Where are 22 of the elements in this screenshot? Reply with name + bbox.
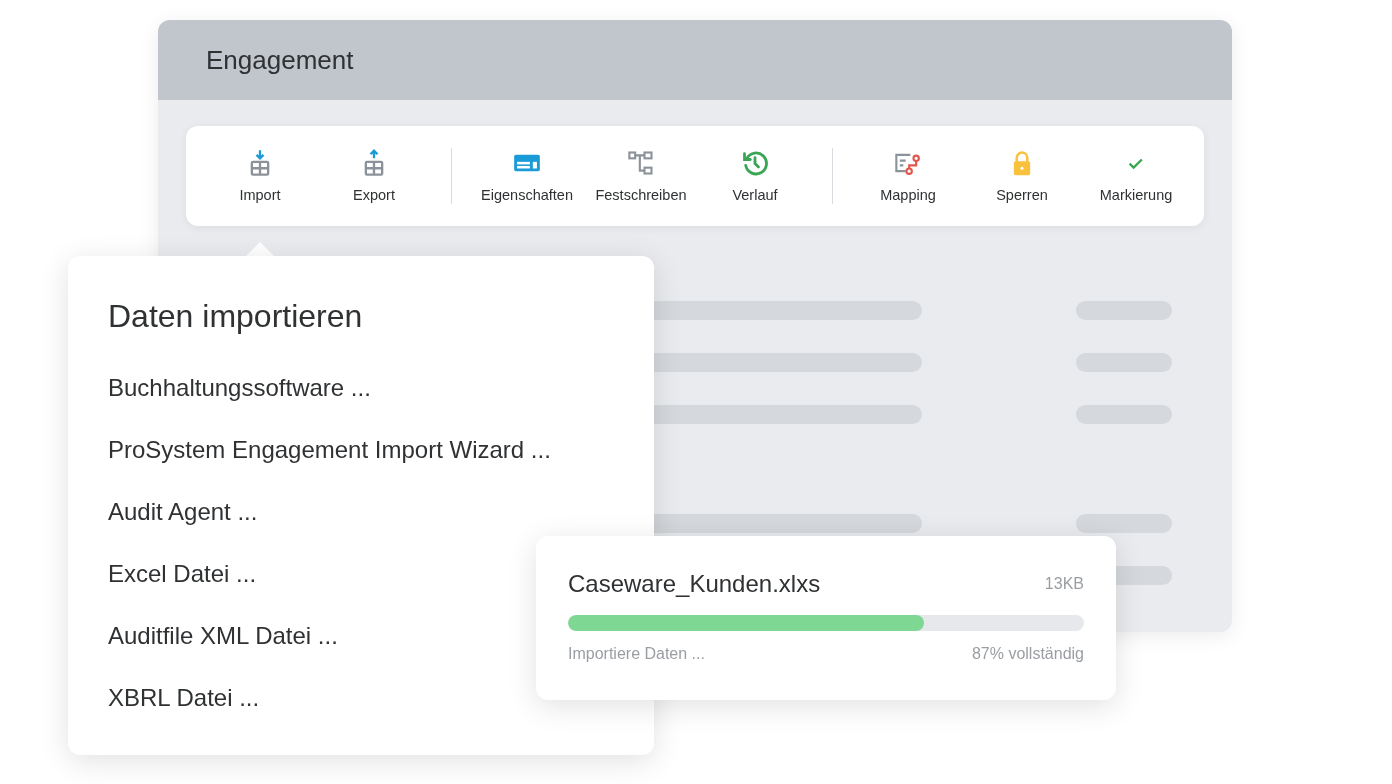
toolbar-button[interactable]: Export [317,149,431,203]
toolbar-button[interactable]: Markierung [1079,149,1193,203]
progress-text: 87% vollständig [971,645,1084,663]
popover-title: Daten importieren [108,298,364,335]
toolbar-button[interactable]: Festschreiben [584,149,698,203]
file-name: Caseware_Kunden.xlxs [568,570,821,598]
toolbar-button[interactable]: Sperren [965,149,1079,203]
menu-item[interactable]: Audit Agent ... [108,481,258,543]
file-size: 13KB [1044,575,1084,593]
toolbar-button[interactable]: Eigenschaften [470,149,584,203]
history-icon [741,149,769,177]
toolbar-button[interactable]: Import [203,149,317,203]
toolbar-button[interactable]: Verlauf [698,149,812,203]
window-title: Engagement [206,44,354,76]
menu-item[interactable]: Excel Datei ... [108,543,257,605]
hierarchy-icon [627,149,655,177]
menu-item[interactable]: ProSystem Engagement Import Wizard ... [108,419,551,481]
toolbar-button[interactable]: Mapping [851,149,965,203]
menu-item[interactable]: Buchhaltungssoftware ... [108,357,371,419]
menu-item[interactable]: XBRL Datei ... [108,667,260,729]
status-text: Importiere Daten ... [568,645,705,663]
menu-item[interactable]: Auditfile XML Datei ... [108,605,338,667]
